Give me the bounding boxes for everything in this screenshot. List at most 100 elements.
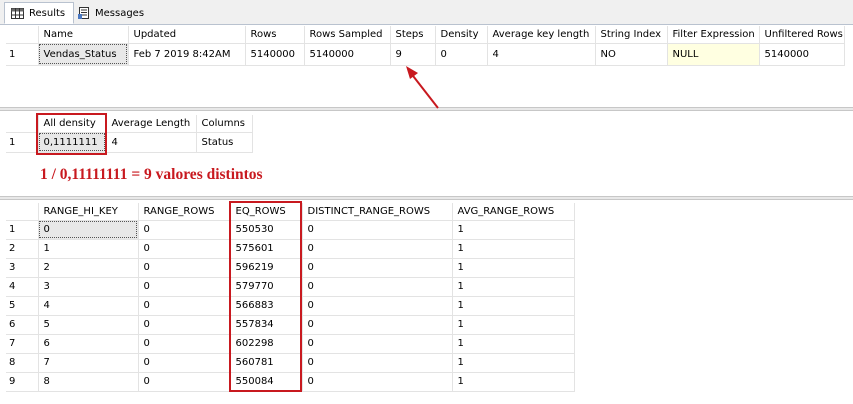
row-number[interactable]: 7 [6,334,39,354]
column-header[interactable]: Updated [128,26,246,44]
grid-cell[interactable]: 0 [138,372,231,392]
column-header[interactable]: Steps [390,26,436,44]
grid-cell[interactable]: 596219 [230,258,303,278]
row-number[interactable]: 3 [6,258,39,278]
grid-cell[interactable]: 0 [302,296,453,316]
grid-cell[interactable]: NULL [667,43,760,66]
grid-cell[interactable]: 0 [302,220,453,240]
grid-cell[interactable]: 566883 [230,296,303,316]
grid-cell[interactable]: NO [595,43,668,66]
column-header[interactable]: RANGE_HI_KEY [38,203,139,221]
grid-cell[interactable]: 7 [38,353,139,373]
grid-cell[interactable]: 0 [138,334,231,354]
row-number[interactable]: 5 [6,296,39,316]
grid-cell[interactable]: 5 [38,315,139,335]
column-header[interactable]: Rows Sampled [304,26,391,44]
grid-cell[interactable]: 550530 [230,220,303,240]
grid-cell[interactable]: 0 [138,220,231,240]
grid-cell[interactable]: 557834 [230,315,303,335]
grid-cell[interactable]: 1 [452,239,575,259]
grid-cell[interactable]: 5140000 [759,43,845,66]
grid-cell[interactable]: 1 [452,277,575,297]
table-row[interactable]: 2 1 0 575601 0 1 [6,239,575,259]
grid-cell[interactable]: 1 [452,334,575,354]
column-header[interactable]: Columns [196,115,253,133]
grid-cell[interactable]: 1 [452,353,575,373]
grid-cell[interactable]: 0 [138,277,231,297]
grid-cell[interactable]: 579770 [230,277,303,297]
grid-cell[interactable]: 4 [487,43,596,66]
grid-cell[interactable]: 0,1111111 [38,132,107,153]
grid-cell[interactable]: 1 [38,239,139,259]
grid-cell[interactable]: Feb 7 2019 8:42AM [128,43,246,66]
column-header[interactable]: DISTINCT_RANGE_ROWS [302,203,453,221]
column-header[interactable]: Unfiltered Rows [759,26,845,44]
grid-cell[interactable]: 0 [302,277,453,297]
grid-cell[interactable]: 602298 [230,334,303,354]
grid-cell[interactable]: 6 [38,334,139,354]
column-header[interactable]: Average key length [487,26,596,44]
row-number[interactable]: 1 [6,220,39,240]
grid-cell[interactable]: 550084 [230,372,303,392]
row-number[interactable]: 9 [6,372,39,392]
column-header[interactable]: AVG_RANGE_ROWS [452,203,575,221]
grid-cell[interactable]: 1 [452,220,575,240]
table-row[interactable]: 1 0,1111111 4 Status [6,132,253,153]
column-header[interactable]: All density [38,115,107,133]
table-row[interactable]: 4 3 0 579770 0 1 [6,277,575,297]
grid-cell[interactable]: 0 [302,334,453,354]
column-header[interactable]: Filter Expression [667,26,760,44]
grid-cell[interactable]: 9 [390,43,436,66]
column-header[interactable]: Average Length [106,115,197,133]
table-row[interactable]: 1 Vendas_Status Feb 7 2019 8:42AM 514000… [6,43,845,66]
column-header[interactable]: Rows [245,26,305,44]
column-header[interactable]: RANGE_ROWS [138,203,231,221]
grid-cell[interactable]: 0 [435,43,488,66]
grid-cell[interactable]: 0 [138,239,231,259]
row-number[interactable]: 1 [6,132,39,153]
row-number[interactable]: 8 [6,353,39,373]
grid-cell[interactable]: Vendas_Status [38,43,129,66]
grid-cell[interactable]: 5140000 [304,43,391,66]
grid-cell[interactable]: 0 [302,239,453,259]
table-row[interactable]: 9 8 0 550084 0 1 [6,372,575,392]
grid-cell[interactable]: 0 [38,220,139,240]
column-header[interactable]: EQ_ROWS [230,203,303,221]
grid-cell[interactable]: 1 [452,315,575,335]
table-row[interactable]: 1 0 0 550530 0 1 [6,220,575,240]
row-number[interactable]: 1 [6,43,39,66]
grid-cell[interactable]: 2 [38,258,139,278]
grid-cell[interactable]: 4 [106,132,197,153]
grid-cell[interactable]: 1 [452,372,575,392]
table-row[interactable]: 3 2 0 596219 0 1 [6,258,575,278]
table-row[interactable]: 8 7 0 560781 0 1 [6,353,575,373]
grid-cell[interactable]: Status [196,132,253,153]
grid-cell[interactable]: 5140000 [245,43,305,66]
grid-cell[interactable]: 0 [138,296,231,316]
grid-cell[interactable]: 0 [302,315,453,335]
grid-cell[interactable]: 8 [38,372,139,392]
row-number[interactable]: 6 [6,315,39,335]
grid-cell[interactable]: 0 [138,258,231,278]
column-header[interactable]: String Index [595,26,668,44]
table-row[interactable]: 5 4 0 566883 0 1 [6,296,575,316]
grid-cell[interactable]: 575601 [230,239,303,259]
grid-cell[interactable]: 560781 [230,353,303,373]
grid-cell[interactable]: 1 [452,296,575,316]
tab-results[interactable]: Results [4,2,75,24]
table-row[interactable]: 7 6 0 602298 0 1 [6,334,575,354]
tab-messages[interactable]: Messages [72,3,152,23]
column-header[interactable]: Name [38,26,129,44]
grid-cell[interactable]: 0 [302,353,453,373]
grid-cell[interactable]: 4 [38,296,139,316]
row-number[interactable]: 2 [6,239,39,259]
grid-cell[interactable]: 0 [302,258,453,278]
grid-cell[interactable]: 3 [38,277,139,297]
table-row[interactable]: 6 5 0 557834 0 1 [6,315,575,335]
grid-cell[interactable]: 0 [138,353,231,373]
row-number[interactable]: 4 [6,277,39,297]
grid-cell[interactable]: 1 [452,258,575,278]
grid-cell[interactable]: 0 [138,315,231,335]
column-header[interactable]: Density [435,26,488,44]
grid-cell[interactable]: 0 [302,372,453,392]
